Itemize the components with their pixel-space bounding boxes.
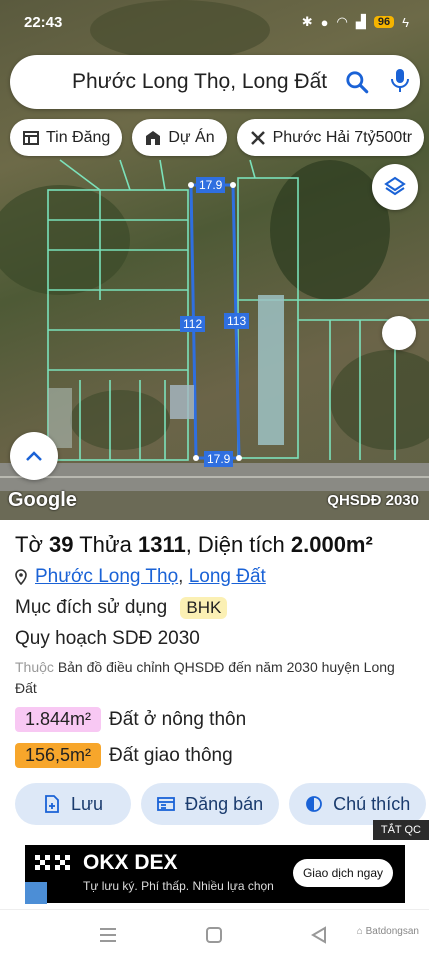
location-status-icon: ● bbox=[320, 14, 329, 30]
chip-tin-dang[interactable]: Tin Đăng bbox=[10, 119, 123, 156]
dim-label-bottom: 17.9 bbox=[204, 451, 234, 467]
ad-subtitle: Tự lưu ký. Phí thấp. Nhiều lựa chọn bbox=[83, 879, 274, 893]
dim-label-right: 113 bbox=[224, 313, 250, 329]
area-type-label: Đất giao thông bbox=[109, 744, 233, 766]
map-view[interactable]: 17.9 112 113 17.9 22:43 ✱ ● ◠ ▟ 96 ϟ Phư… bbox=[0, 0, 429, 520]
listing-icon bbox=[23, 130, 39, 145]
post-sale-label: Đăng bán bbox=[185, 793, 264, 814]
district-link[interactable]: Long Đất bbox=[189, 566, 266, 587]
recent-apps-icon[interactable] bbox=[98, 926, 118, 944]
area-label: , Diện tích bbox=[185, 532, 285, 557]
location-pin-icon bbox=[15, 569, 27, 585]
map-layer-label: QHSDĐ 2030 bbox=[327, 492, 419, 509]
back-icon[interactable] bbox=[311, 926, 327, 944]
layers-button[interactable] bbox=[372, 164, 418, 210]
watermark-logo: ⌂ Batdongsan bbox=[356, 926, 419, 937]
charging-icon: ϟ bbox=[402, 14, 409, 30]
save-button[interactable]: Lưu bbox=[15, 783, 132, 825]
status-time: 22:43 bbox=[24, 14, 63, 31]
search-bar[interactable]: Phước Long Thọ, Long Đất bbox=[10, 55, 420, 109]
to-label: Tờ bbox=[15, 532, 43, 557]
chip-label: Phước Hải 7tỷ500tr bbox=[272, 128, 413, 146]
description-prefix: Thuộc bbox=[15, 659, 54, 675]
ad-title: OKX DEX bbox=[83, 851, 178, 874]
save-icon bbox=[45, 795, 59, 813]
purpose-row: Mục đích sử dụng BHK bbox=[15, 597, 228, 619]
building-icon bbox=[146, 130, 161, 145]
save-label: Lưu bbox=[71, 793, 104, 814]
okx-logo-icon bbox=[35, 855, 70, 870]
status-bar: 22:43 ✱ ● ◠ ▟ 96 ϟ bbox=[0, 0, 429, 48]
planning-description: Thuộc Bản đồ điều chỉnh QHSDĐ đến năm 20… bbox=[15, 657, 415, 699]
battery-badge: 96 bbox=[373, 16, 395, 28]
purpose-label: Mục đích sử dụng bbox=[15, 597, 168, 618]
map-side-handle[interactable] bbox=[382, 316, 416, 350]
area-badge-value: 1.844m² bbox=[15, 707, 102, 732]
action-buttons: Lưu Đăng bán Chú thích bbox=[15, 783, 427, 825]
chip-label: Dự Án bbox=[168, 128, 215, 146]
google-logo: Google bbox=[8, 489, 77, 511]
expand-up-button[interactable] bbox=[10, 432, 58, 480]
ad-cta-button[interactable]: Giao dịch ngay bbox=[292, 859, 393, 887]
planning-label: Quy hoạch SDĐ 2030 bbox=[15, 628, 200, 649]
mic-icon[interactable] bbox=[388, 67, 412, 95]
parcel-title: Tờ 39 Thửa 1311, Diện tích 2.000m² bbox=[15, 532, 373, 558]
ad-choices-icon[interactable] bbox=[25, 882, 47, 904]
post-icon bbox=[157, 797, 175, 811]
search-query[interactable]: Phước Long Thọ, Long Đất bbox=[72, 70, 334, 94]
chip-label: Tin Đăng bbox=[46, 128, 111, 146]
area-badge-value: 156,5m² bbox=[15, 743, 102, 768]
signal-icon: ▟ bbox=[355, 14, 366, 29]
layers-icon bbox=[384, 176, 406, 196]
chip-phuoc-hai[interactable]: Phước Hải 7tỷ500tr bbox=[236, 119, 425, 156]
location-line: Phước Long Thọ, Long Đất bbox=[15, 566, 266, 588]
ward-link[interactable]: Phước Long Thọ bbox=[35, 566, 178, 587]
ad-banner[interactable]: OKX DEX Tự lưu ký. Phí thấp. Nhiều lựa c… bbox=[25, 845, 405, 903]
chip-du-an[interactable]: Dự Án bbox=[132, 119, 227, 156]
area-row-transport: 156,5m² Đất giao thông bbox=[15, 743, 233, 768]
bluetooth-icon: ✱ bbox=[301, 14, 313, 29]
close-ad-button[interactable]: TẮT QC bbox=[372, 820, 429, 840]
legend-label: Chú thích bbox=[333, 793, 411, 814]
search-icon[interactable] bbox=[344, 69, 370, 95]
legend-button[interactable]: Chú thích bbox=[289, 783, 427, 825]
filter-chips: Tin Đăng Dự Án Phước Hải 7tỷ500tr bbox=[10, 119, 425, 156]
location-separator: , bbox=[178, 566, 184, 587]
tools-icon bbox=[250, 130, 265, 145]
home-icon[interactable] bbox=[205, 926, 223, 944]
description-text: Bản đồ điều chỉnh QHSDĐ đến năm 2030 huy… bbox=[15, 659, 395, 696]
purpose-code-badge: BHK bbox=[180, 597, 228, 619]
thua-label: Thửa bbox=[79, 532, 132, 557]
dim-label-left: 112 bbox=[180, 316, 206, 332]
legend-icon bbox=[306, 796, 323, 812]
dim-label-top: 17.9 bbox=[196, 177, 226, 193]
area-value: 2.000m² bbox=[290, 532, 373, 557]
area-type-label: Đất ở nông thôn bbox=[109, 708, 247, 730]
chevron-up-icon bbox=[26, 451, 42, 461]
to-value: 39 bbox=[49, 532, 74, 557]
wifi-icon: ◠ bbox=[336, 14, 348, 29]
thua-value: 1311 bbox=[137, 532, 186, 557]
area-row-residential: 1.844m² Đất ở nông thôn bbox=[15, 707, 246, 732]
post-sale-button[interactable]: Đăng bán bbox=[141, 783, 280, 825]
